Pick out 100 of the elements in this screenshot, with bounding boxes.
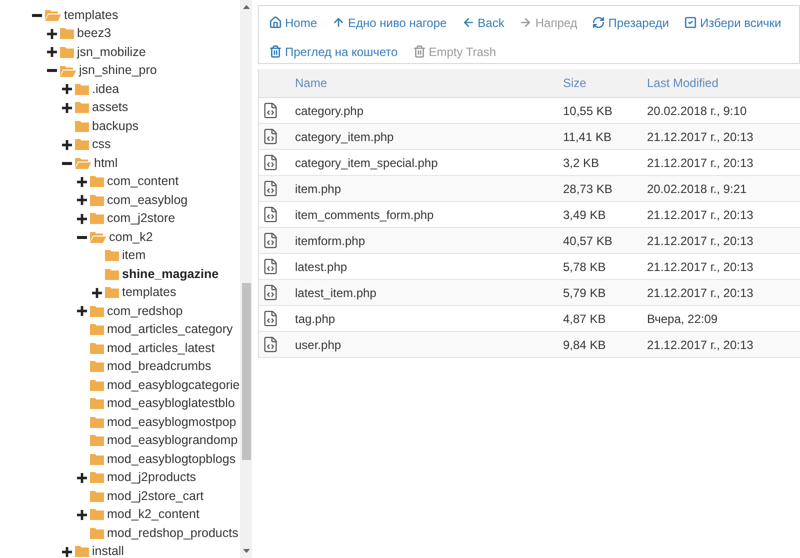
code-file-icon [262, 232, 279, 249]
folder-icon [75, 139, 89, 150]
toolbar-button[interactable]: Back [462, 14, 504, 31]
table-cell[interactable]: category.php [295, 102, 563, 120]
toolbar-button[interactable]: Избери всички [684, 14, 782, 31]
table-cell-text: 21.12.2017 г., 20:13 [647, 154, 754, 172]
folder-name[interactable]: shine_magazine [122, 264, 219, 284]
folder-name[interactable]: html [94, 154, 118, 173]
table-cell-text: 20.02.2018 г., 9:21 [647, 180, 747, 198]
collapse-toggle[interactable] [62, 162, 72, 165]
expand-toggle[interactable] [77, 472, 87, 483]
code-file-icon [262, 310, 279, 327]
folder-name[interactable]: assets [92, 98, 128, 118]
folder-name[interactable]: mod_easybloglatestblo [107, 394, 235, 414]
folder-icon [90, 361, 104, 372]
table-cell-text: Вчера, 22:09 [647, 310, 718, 328]
folder-name[interactable]: mod_easyblogmostpop [107, 412, 236, 432]
folder-name[interactable]: com_redshop [107, 302, 183, 321]
folder-name[interactable]: .idea [92, 80, 120, 99]
folder-name[interactable]: backups [92, 116, 139, 136]
table-cell-text: 21.12.2017 г., 20:13 [647, 258, 754, 276]
expand-toggle[interactable] [77, 510, 87, 520]
open-folder-icon [45, 9, 61, 22]
folder-name[interactable]: com_content [107, 172, 179, 192]
table-cell-text: 5,78 KB [563, 258, 607, 276]
folder-icon [75, 546, 89, 558]
folder-name[interactable]: mod_easyblogtopblogs [107, 450, 236, 469]
folder-icon [90, 213, 104, 224]
expand-toggle[interactable] [92, 288, 102, 298]
table-cell[interactable]: itemform.php [295, 232, 563, 250]
expand-toggle[interactable] [62, 84, 72, 94]
table-cell[interactable]: latest_item.php [295, 284, 563, 302]
right-arrow-icon [519, 16, 532, 29]
expand-toggle[interactable] [47, 28, 57, 39]
folder-name[interactable]: beez3 [77, 24, 112, 44]
collapse-toggle[interactable] [47, 69, 57, 72]
table-cell[interactable]: latest.php [295, 258, 563, 276]
folder-icon [60, 46, 74, 58]
folder-name[interactable]: mod_easyblogcategorie [107, 376, 240, 395]
table-cell[interactable]: category_item_special.php [295, 154, 563, 172]
code-file-icon [262, 284, 279, 301]
table-cell[interactable]: category_item.php [295, 128, 563, 146]
table-cell[interactable]: item.php [295, 180, 563, 198]
table-cell-text: 21.12.2017 г., 20:13 [647, 206, 754, 224]
table-cell-text: 28,73 KB [563, 180, 614, 198]
folder-name[interactable]: mod_j2store_cart [107, 486, 204, 506]
folder-name[interactable]: jsn_shine_pro [79, 61, 157, 80]
folder-icon [75, 102, 89, 114]
folder-icon [75, 120, 89, 132]
scrollbar-thumb[interactable] [242, 283, 251, 460]
toolbar-button[interactable]: Презареди [592, 14, 669, 31]
folder-icon [75, 84, 89, 95]
folder-name[interactable]: com_easyblog [107, 190, 188, 210]
folder-icon [90, 176, 104, 188]
toolbar-button[interactable]: Home [269, 14, 318, 31]
expand-toggle[interactable] [77, 195, 87, 206]
folder-name[interactable]: item [122, 246, 146, 266]
folder-name[interactable]: com_j2store [107, 209, 176, 228]
folder-icon [90, 342, 104, 354]
open-folder-icon [60, 64, 76, 77]
folder-name[interactable]: com_k2 [109, 228, 153, 247]
scroll-down-icon[interactable] [242, 549, 250, 553]
folder-name[interactable]: install [92, 542, 124, 558]
folder-name[interactable]: mod_breadcrumbs [107, 357, 212, 376]
toolbar-button[interactable]: Едно ниво нагоре [332, 14, 447, 31]
expand-toggle[interactable] [62, 102, 72, 113]
folder-name[interactable]: jsn_mobilize [77, 42, 146, 62]
folder-icon [105, 268, 119, 280]
table-cell[interactable]: item_comments_form.php [295, 206, 563, 224]
collapse-toggle[interactable] [32, 14, 42, 17]
folder-name[interactable]: templates [64, 6, 118, 25]
collapse-toggle[interactable] [77, 236, 87, 239]
folder-icon [90, 472, 104, 484]
expand-toggle[interactable] [77, 306, 87, 316]
folder-name[interactable]: mod_articles_category [107, 320, 233, 340]
folder-name[interactable]: templates [122, 283, 176, 302]
expand-toggle[interactable] [62, 140, 72, 150]
code-file-icon [262, 128, 279, 145]
folder-name[interactable]: mod_easyblograndomp [107, 431, 238, 450]
folder-name[interactable]: mod_redshop_products [107, 524, 238, 543]
table-cell-text: 40,57 KB [563, 232, 614, 250]
folder-name[interactable]: css [92, 135, 111, 154]
scroll-up-icon[interactable] [242, 5, 250, 9]
expand-toggle[interactable] [47, 47, 57, 58]
folder-icon [105, 287, 119, 298]
expand-toggle[interactable] [77, 214, 87, 224]
expand-toggle[interactable] [77, 176, 87, 187]
open-folder-icon [90, 231, 106, 244]
toolbar-button[interactable]: Преглед на кошчето [269, 43, 398, 60]
folder-icon [90, 324, 104, 336]
folder-name[interactable]: mod_k2_content [107, 505, 200, 524]
folder-icon [90, 398, 104, 410]
table-cell[interactable]: user.php [295, 336, 563, 354]
folder-name[interactable]: mod_j2products [107, 468, 196, 488]
scrollbar[interactable] [240, 0, 252, 558]
table-cell[interactable]: tag.php [295, 310, 563, 328]
folder-icon [90, 454, 104, 465]
folder-name[interactable]: mod_articles_latest [107, 338, 215, 358]
expand-toggle[interactable] [62, 546, 72, 557]
code-file-icon [262, 258, 279, 275]
